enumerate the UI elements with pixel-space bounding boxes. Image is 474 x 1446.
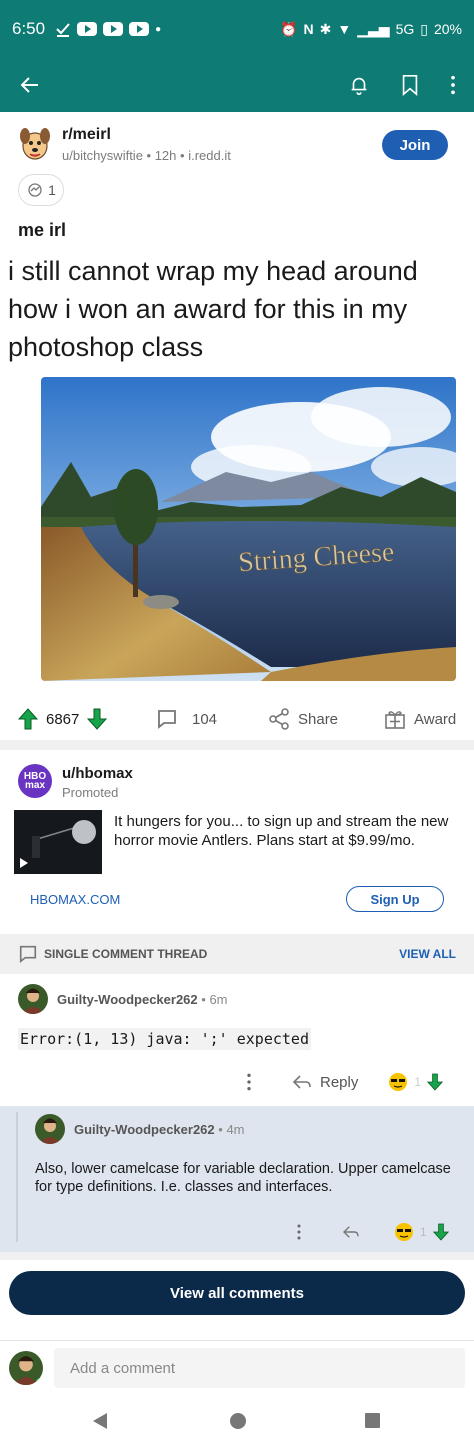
downvote-icon[interactable] [432, 1223, 449, 1241]
more-vertical-icon[interactable] [246, 1072, 252, 1092]
reply-icon[interactable] [292, 1074, 312, 1090]
divider [0, 740, 474, 750]
downvote-icon[interactable] [427, 1073, 444, 1091]
promoted-label: Promoted [62, 785, 119, 800]
post-meta: u/bitchyswiftie • 12h • i.redd.it [62, 148, 231, 163]
post-age: 12h [154, 148, 177, 163]
network-type: 5G [395, 21, 415, 37]
alarm-icon: ⏰ [280, 20, 298, 37]
post-flair: me irl [18, 220, 67, 240]
post-image[interactable]: String Cheese [41, 377, 456, 681]
app-toolbar [0, 58, 474, 112]
share-button[interactable]: Share [268, 708, 338, 730]
thread-line[interactable] [16, 1112, 18, 1242]
download-done-icon [56, 23, 70, 37]
wifi-icon: ▼ [337, 21, 352, 37]
comment-score: 1 [414, 1075, 422, 1089]
award-label: Award [414, 710, 457, 728]
system-navigation-bar [0, 1398, 474, 1446]
bookmark-icon[interactable] [400, 74, 420, 96]
battery-percent: 20% [433, 21, 462, 37]
add-comment-input[interactable]: Add a comment [54, 1348, 465, 1388]
ad-domain[interactable]: HBOMAX.COM [30, 892, 120, 907]
view-all-comments-button[interactable]: View all comments [9, 1271, 465, 1315]
ad-user[interactable]: u/hbomax [62, 765, 133, 782]
status-bar: 6:50 ● ⏰ N ✱ ▼ ▁▃▅ 5G ▯ 20% [0, 0, 474, 58]
share-icon [269, 708, 289, 730]
reply-icon[interactable] [342, 1225, 360, 1239]
upvote-count: 6867 [46, 710, 80, 728]
landscape-image: String Cheese [41, 377, 456, 681]
comment-icon [19, 945, 37, 963]
comment-author[interactable]: Guilty-Woodpecker262 • 4m [74, 1122, 245, 1137]
status-time: 6:50 [12, 19, 46, 38]
sunglasses-upvote-icon[interactable] [388, 1072, 408, 1092]
hbomax-logo[interactable]: HBO max [18, 764, 52, 798]
comment-count: 104 [192, 710, 218, 728]
bluetooth-icon: ✱ [319, 20, 332, 37]
upvote-icon[interactable] [18, 708, 38, 730]
bell-icon[interactable] [348, 74, 370, 96]
subreddit-avatar[interactable] [18, 124, 52, 164]
signal-icon: ▁▃▅ [357, 20, 390, 37]
nfc-icon: N [303, 21, 314, 37]
divider [0, 1252, 474, 1260]
gift-icon [385, 711, 405, 729]
more-vertical-icon[interactable] [296, 1223, 302, 1241]
comment-score: 1 [420, 1225, 427, 1239]
reply-button[interactable]: Reply [320, 1074, 358, 1091]
youtube-icon [77, 22, 98, 36]
arrow-left-icon[interactable] [18, 73, 42, 97]
share-label: Share [298, 710, 339, 728]
comment-author[interactable]: Guilty-Woodpecker262 • 6m [57, 992, 228, 1007]
avatar[interactable] [35, 1114, 65, 1144]
post-domain[interactable]: i.redd.it [188, 148, 231, 163]
view-all-link[interactable]: VIEW ALL [399, 947, 456, 961]
join-button[interactable]: Join [382, 130, 448, 160]
battery-icon: ▯ [420, 20, 428, 37]
avatar[interactable] [18, 984, 48, 1014]
comment-actions: 1 [296, 1222, 466, 1242]
post-action-bar: 6867 104 Share Award [0, 700, 474, 740]
comment-actions: Reply 1 [246, 1072, 466, 1092]
comment-icon [158, 710, 176, 729]
ad-text: It hungers for you... to sign up and str… [114, 813, 449, 849]
dot-icon: ● [155, 23, 162, 35]
youtube-icon [129, 22, 150, 36]
award-icon [28, 183, 42, 197]
status-notification-icons: ● [55, 21, 161, 37]
post-title: i still cannot wrap my head around how i… [8, 256, 418, 362]
comment-body: Error:(1, 13) java: ';' expected [18, 1028, 311, 1050]
post-author[interactable]: u/bitchyswiftie [62, 148, 143, 163]
home-circle-icon[interactable] [229, 1412, 247, 1430]
award-button[interactable]: Award [384, 708, 456, 730]
single-thread-bar: SINGLE COMMENT THREAD VIEW ALL [0, 934, 474, 974]
avatar[interactable] [9, 1351, 43, 1385]
youtube-icon [103, 22, 124, 36]
award-pill[interactable]: 1 [18, 174, 64, 206]
comments-button[interactable]: 104 [156, 708, 217, 730]
downvote-icon[interactable] [87, 708, 108, 730]
award-count: 1 [48, 182, 56, 198]
back-triangle-icon[interactable] [92, 1412, 108, 1430]
thread-label: SINGLE COMMENT THREAD [44, 947, 208, 961]
more-vertical-icon[interactable] [450, 74, 456, 96]
recents-square-icon[interactable] [364, 1412, 381, 1429]
subreddit-name[interactable]: r/meirl [62, 126, 111, 144]
ad-thumbnail[interactable] [14, 810, 102, 874]
comment-body: Also, lower camelcase for variable decla… [35, 1161, 451, 1195]
signup-button[interactable]: Sign Up [346, 886, 444, 912]
sunglasses-upvote-icon[interactable] [394, 1222, 414, 1242]
vote-group: 6867 [18, 708, 108, 730]
